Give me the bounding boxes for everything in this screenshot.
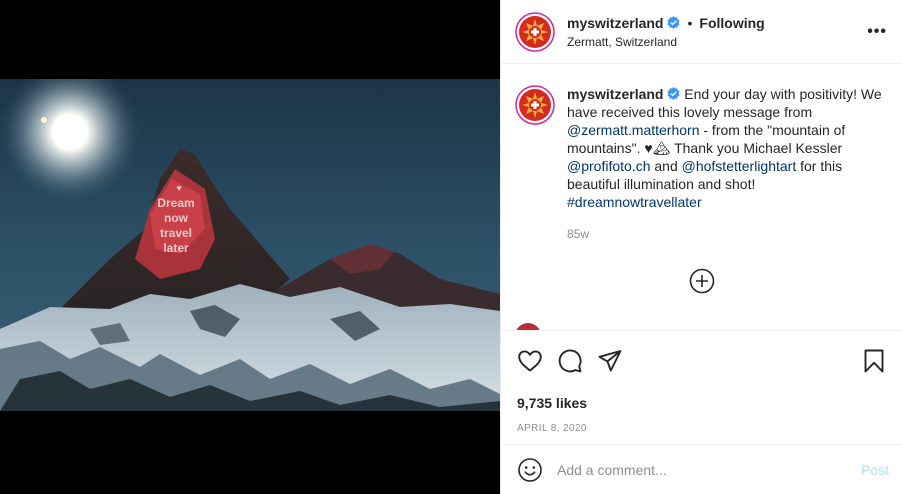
like-button[interactable] [517, 348, 543, 374]
more-options-icon[interactable]: ••• [867, 23, 887, 41]
media-pane: ♥ Dream now travel later [0, 0, 500, 494]
following-button[interactable]: Following [699, 15, 764, 31]
post-comment-button[interactable]: Post [861, 462, 889, 478]
projected-text-3: travel [160, 226, 192, 240]
instagram-post-modal: ♥ Dream now travel later myswitzerland •… [0, 0, 902, 494]
post-date[interactable]: APRIL 8, 2020 [517, 423, 887, 434]
post-photo[interactable]: ♥ Dream now travel later [0, 79, 500, 411]
share-button[interactable] [597, 348, 623, 374]
post-details-panel: myswitzerland • Following Zermatt, Switz… [500, 0, 902, 494]
save-button[interactable] [861, 348, 887, 374]
post-header: myswitzerland • Following Zermatt, Switz… [501, 0, 902, 64]
add-comment-bar: Post [501, 444, 902, 494]
projected-text-2: now [164, 211, 189, 225]
bookmark-icon [864, 349, 884, 373]
comment-icon [558, 349, 582, 373]
hashtag-dreamnowtravellater[interactable]: #dreamnowtravellater [567, 194, 702, 210]
load-more-comments-button[interactable] [689, 268, 715, 294]
action-icons [517, 347, 887, 375]
post-author-username[interactable]: myswitzerland [567, 15, 663, 31]
mention-profifoto[interactable]: @profifoto.ch [567, 158, 650, 174]
post-header-line: myswitzerland • Following [567, 15, 867, 31]
projected-text-4: later [163, 241, 189, 255]
heart-icon [518, 350, 542, 372]
comment-avatar[interactable] [515, 323, 541, 330]
partially-visible-comment [515, 323, 855, 330]
caption: myswitzerland End your day with positivi… [515, 85, 887, 243]
mention-zermatt-matterhorn[interactable]: @zermatt.matterhorn [567, 122, 699, 138]
comments-section: myswitzerland End your day with positivi… [501, 65, 902, 330]
mention-hofstetterlightart[interactable]: @hofstetterlightart [682, 158, 797, 174]
caption-username[interactable]: myswitzerland [567, 86, 663, 102]
separator-dot: • [687, 14, 693, 31]
emoji-button[interactable] [517, 457, 543, 483]
post-location[interactable]: Zermatt, Switzerland [567, 35, 867, 49]
projected-text-1: Dream [157, 196, 194, 210]
share-icon [598, 350, 622, 372]
verified-badge-icon [667, 16, 680, 29]
comment-button[interactable] [557, 348, 583, 374]
emoji-icon [518, 457, 542, 482]
caption-avatar[interactable] [515, 85, 555, 125]
likes-count[interactable]: 9,735 likes [517, 395, 887, 411]
caption-timestamp[interactable]: 85w [567, 225, 887, 243]
verified-badge-icon [667, 87, 680, 100]
caption-text-3: and [650, 158, 682, 174]
post-actions: 9,735 likes APRIL 8, 2020 [501, 330, 902, 444]
comment-input[interactable] [557, 461, 861, 478]
profile-avatar[interactable] [515, 11, 555, 52]
projected-heart: ♥ [176, 183, 181, 193]
plus-circle-icon [689, 268, 715, 294]
post-header-text: myswitzerland • Following Zermatt, Switz… [567, 15, 867, 49]
caption-body: myswitzerland End your day with positivi… [567, 85, 887, 243]
